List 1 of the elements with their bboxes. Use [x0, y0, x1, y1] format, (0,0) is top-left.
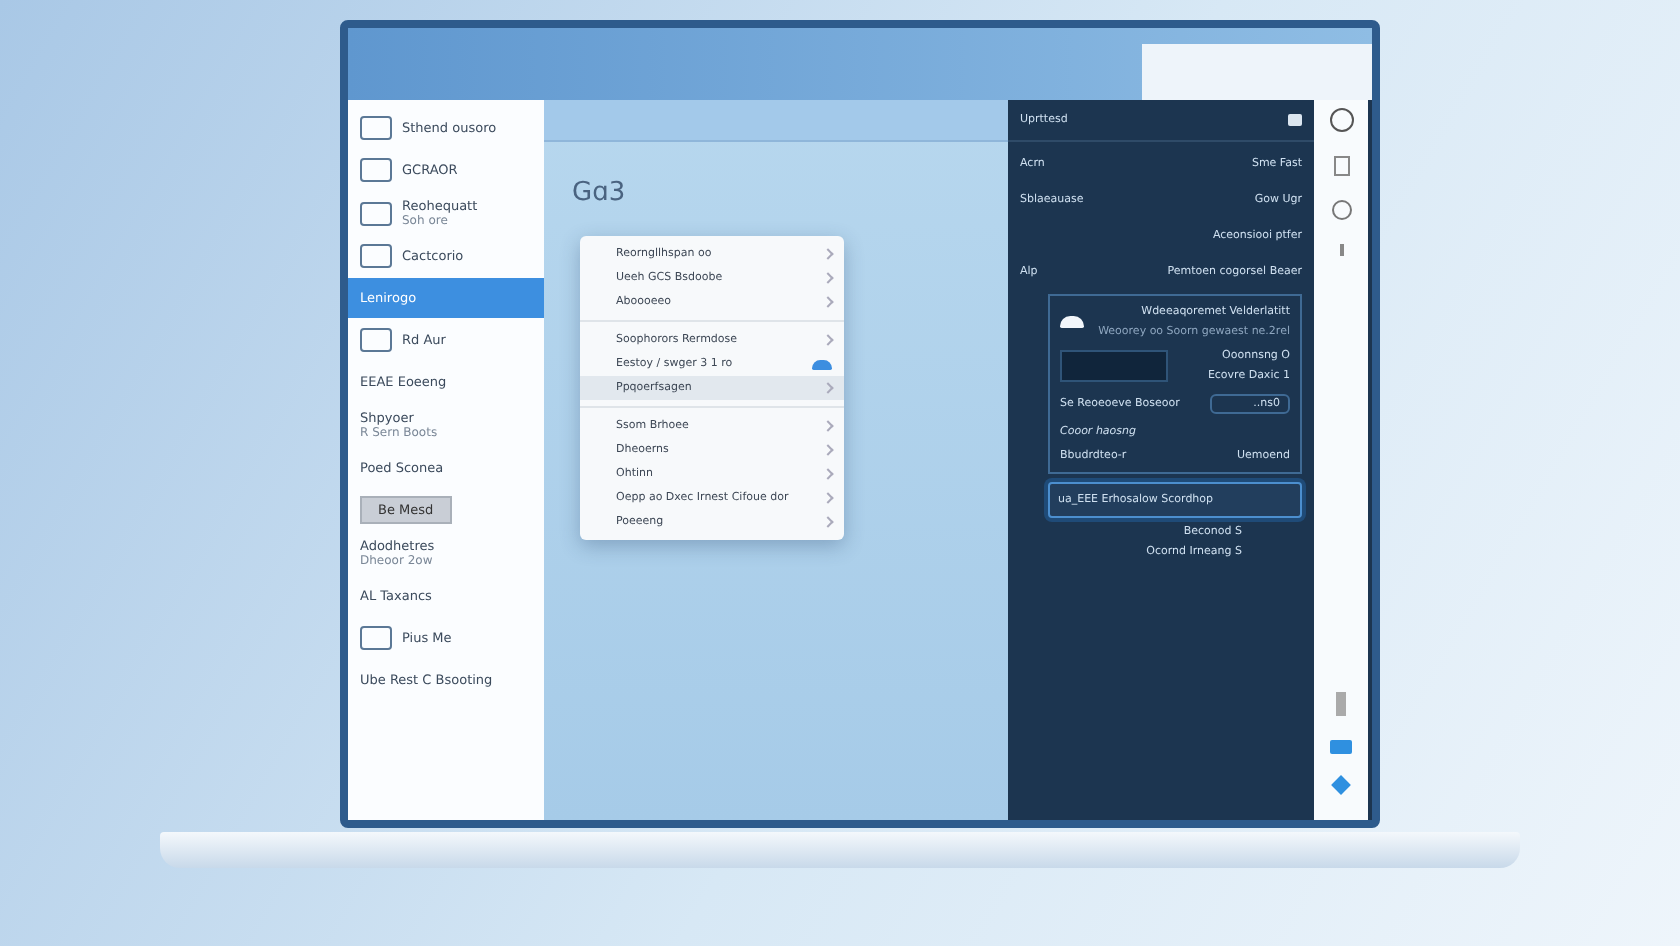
pane-title: Gɑ3	[572, 178, 626, 208]
